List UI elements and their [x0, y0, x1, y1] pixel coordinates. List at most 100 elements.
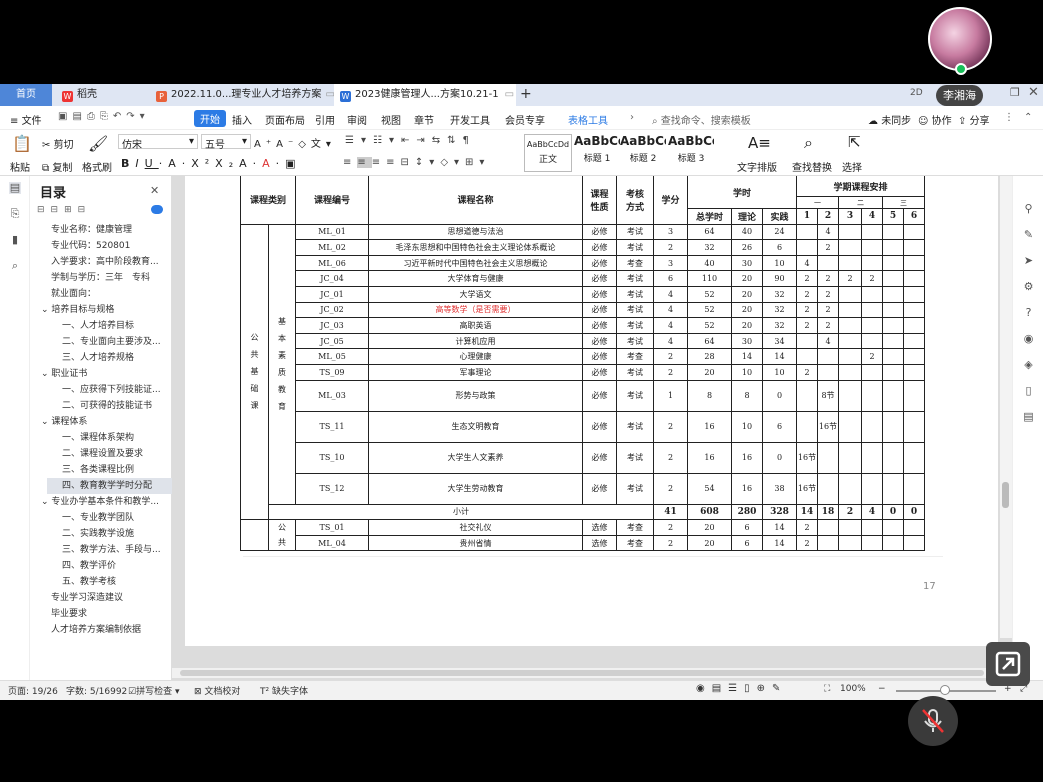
- header-term[interactable]: 4: [861, 208, 883, 225]
- cell-practice[interactable]: 6: [762, 410, 797, 443]
- cell-term[interactable]: [796, 348, 818, 365]
- cell-credit[interactable]: 2: [653, 472, 688, 505]
- cell-term[interactable]: [861, 285, 883, 303]
- cell-code[interactable]: ML_04: [295, 534, 369, 552]
- cell-nature[interactable]: 必修: [582, 348, 617, 365]
- scroll-thumb[interactable]: [180, 670, 984, 676]
- subtotal-theory[interactable]: 280: [731, 503, 763, 521]
- cell-exam[interactable]: 考试: [616, 301, 654, 319]
- toc-item[interactable]: 三、教学方法、手段与...: [47, 542, 189, 558]
- cell-term[interactable]: [882, 239, 904, 256]
- chevron-down-icon[interactable]: ⌄: [41, 369, 51, 379]
- tab-daoke[interactable]: W 稻壳: [56, 84, 146, 106]
- cell-total[interactable]: 110: [687, 270, 732, 287]
- cell-term[interactable]: [838, 332, 862, 350]
- tab-word-document[interactable]: W2023健康管理人...方案10.21-1▭●: [334, 84, 516, 106]
- cell-name[interactable]: 社交礼仪: [368, 519, 583, 536]
- cell-practice[interactable]: 0: [762, 441, 797, 474]
- cell-term[interactable]: [882, 332, 904, 350]
- tab-pdf-document[interactable]: P 2022.11.0...理专业人才培养方案 ▭: [150, 84, 336, 106]
- toc-item[interactable]: 二、专业面向主要涉及...: [47, 334, 189, 350]
- header-term[interactable]: 2: [817, 208, 839, 225]
- copy-button[interactable]: ⧉ 复制: [42, 159, 72, 174]
- cell-term[interactable]: [882, 441, 904, 474]
- bookmark-icon[interactable]: ▮: [9, 234, 21, 246]
- toc-expand-collapse-icons[interactable]: ⊟⊟⊞⊟: [37, 205, 91, 215]
- form-icon[interactable]: ▤: [1022, 410, 1035, 423]
- cell-term[interactable]: [838, 472, 862, 505]
- cell-nature[interactable]: 必修: [582, 270, 617, 287]
- page-indicator[interactable]: 页面: 19/26: [8, 684, 58, 697]
- header-exam[interactable]: 考核方式: [616, 176, 654, 225]
- paragraph-align-buttons[interactable]: ≡≡≡≡⊟↕▾◇▾⊞▾: [343, 157, 490, 168]
- cell-total[interactable]: 64: [687, 223, 732, 241]
- cell-total[interactable]: 20: [687, 534, 732, 552]
- magnifier-icon[interactable]: ⌕: [804, 133, 813, 153]
- cell-term[interactable]: [838, 379, 862, 412]
- header-term[interactable]: 5: [882, 208, 904, 225]
- cell-practice[interactable]: 24: [762, 223, 797, 241]
- cell-code[interactable]: TS_01: [295, 519, 369, 536]
- subtotal-term[interactable]: 14: [796, 503, 818, 521]
- cell-name[interactable]: 生态文明教育: [368, 410, 583, 443]
- fit-page-icon[interactable]: ⛶: [824, 684, 830, 694]
- cell-term[interactable]: 2: [796, 285, 818, 303]
- cell-term[interactable]: [817, 441, 839, 474]
- cell-nature[interactable]: 必修: [582, 223, 617, 241]
- cell-term[interactable]: 16节: [796, 441, 818, 474]
- cell-theory[interactable]: 30: [731, 332, 763, 350]
- text-layout-button[interactable]: 文字排版: [737, 159, 777, 174]
- vertical-scrollbar[interactable]: [1000, 176, 1012, 638]
- cell-code[interactable]: JC_05: [295, 332, 369, 350]
- quick-access-icons[interactable]: ▣▤⎙⎘↶↷▾: [58, 111, 150, 122]
- subtotal-term[interactable]: 4: [861, 503, 883, 521]
- toc-item[interactable]: 三、人才培养规格: [47, 350, 189, 366]
- cell-term[interactable]: [882, 472, 904, 505]
- cursor-icon[interactable]: ⇱: [848, 133, 861, 151]
- cell-exam[interactable]: 考试: [616, 239, 654, 256]
- toc-item[interactable]: ⌄ 培养目标与规格: [37, 302, 179, 318]
- cell-term[interactable]: [817, 472, 839, 505]
- cell-term[interactable]: [903, 534, 925, 552]
- pointer-icon[interactable]: ➤: [1022, 254, 1035, 267]
- cell-code[interactable]: TS_09: [295, 363, 369, 381]
- cell-credit[interactable]: 2: [653, 534, 688, 552]
- more-options-icon[interactable]: ⋮: [1004, 112, 1014, 123]
- cell-total[interactable]: 52: [687, 317, 732, 334]
- cell-term[interactable]: 2: [796, 519, 818, 536]
- font-grow-shrink-icons[interactable]: A⁺A⁻◇文▾: [254, 135, 336, 150]
- toc-item[interactable]: 一、课程体系架构: [47, 430, 189, 446]
- cell-term[interactable]: [817, 363, 839, 381]
- cell-term[interactable]: [861, 223, 883, 241]
- header-year[interactable]: 二: [838, 196, 883, 209]
- cell-nature[interactable]: 必修: [582, 410, 617, 443]
- group-public-basic[interactable]: 公共基础课: [240, 223, 269, 521]
- cell-credit[interactable]: 6: [653, 270, 688, 287]
- style-heading-1[interactable]: AaBbCcI标题 1: [574, 134, 620, 172]
- subtotal-credit[interactable]: 41: [653, 503, 688, 521]
- cell-credit[interactable]: 3: [653, 223, 688, 241]
- cell-practice[interactable]: 6: [762, 239, 797, 256]
- cell-code[interactable]: ML_06: [295, 254, 369, 272]
- cell-exam[interactable]: 考试: [616, 363, 654, 381]
- cell-nature[interactable]: 必修: [582, 363, 617, 381]
- cell-term[interactable]: 16节: [817, 410, 839, 443]
- cell-practice[interactable]: 14: [762, 519, 797, 536]
- cell-total[interactable]: 32: [687, 239, 732, 256]
- subtotal-term[interactable]: 18: [817, 503, 839, 521]
- cell-term[interactable]: [861, 441, 883, 474]
- cell-total[interactable]: 8: [687, 379, 732, 412]
- cell-term[interactable]: 2: [817, 239, 839, 256]
- text-layout-icon[interactable]: A≡: [748, 134, 771, 152]
- cell-term[interactable]: [796, 332, 818, 350]
- help-icon[interactable]: ?: [1022, 306, 1035, 319]
- cell-total[interactable]: 40: [687, 254, 732, 272]
- cell-nature[interactable]: 必修: [582, 239, 617, 256]
- cell-term[interactable]: [882, 317, 904, 334]
- cell-term[interactable]: [838, 441, 862, 474]
- cell-name[interactable]: 心理健康: [368, 348, 583, 365]
- cell-term[interactable]: 2: [796, 317, 818, 334]
- cell-exam[interactable]: 考试: [616, 285, 654, 303]
- toc-item[interactable]: 就业面向：: [47, 286, 189, 302]
- cell-term[interactable]: [882, 379, 904, 412]
